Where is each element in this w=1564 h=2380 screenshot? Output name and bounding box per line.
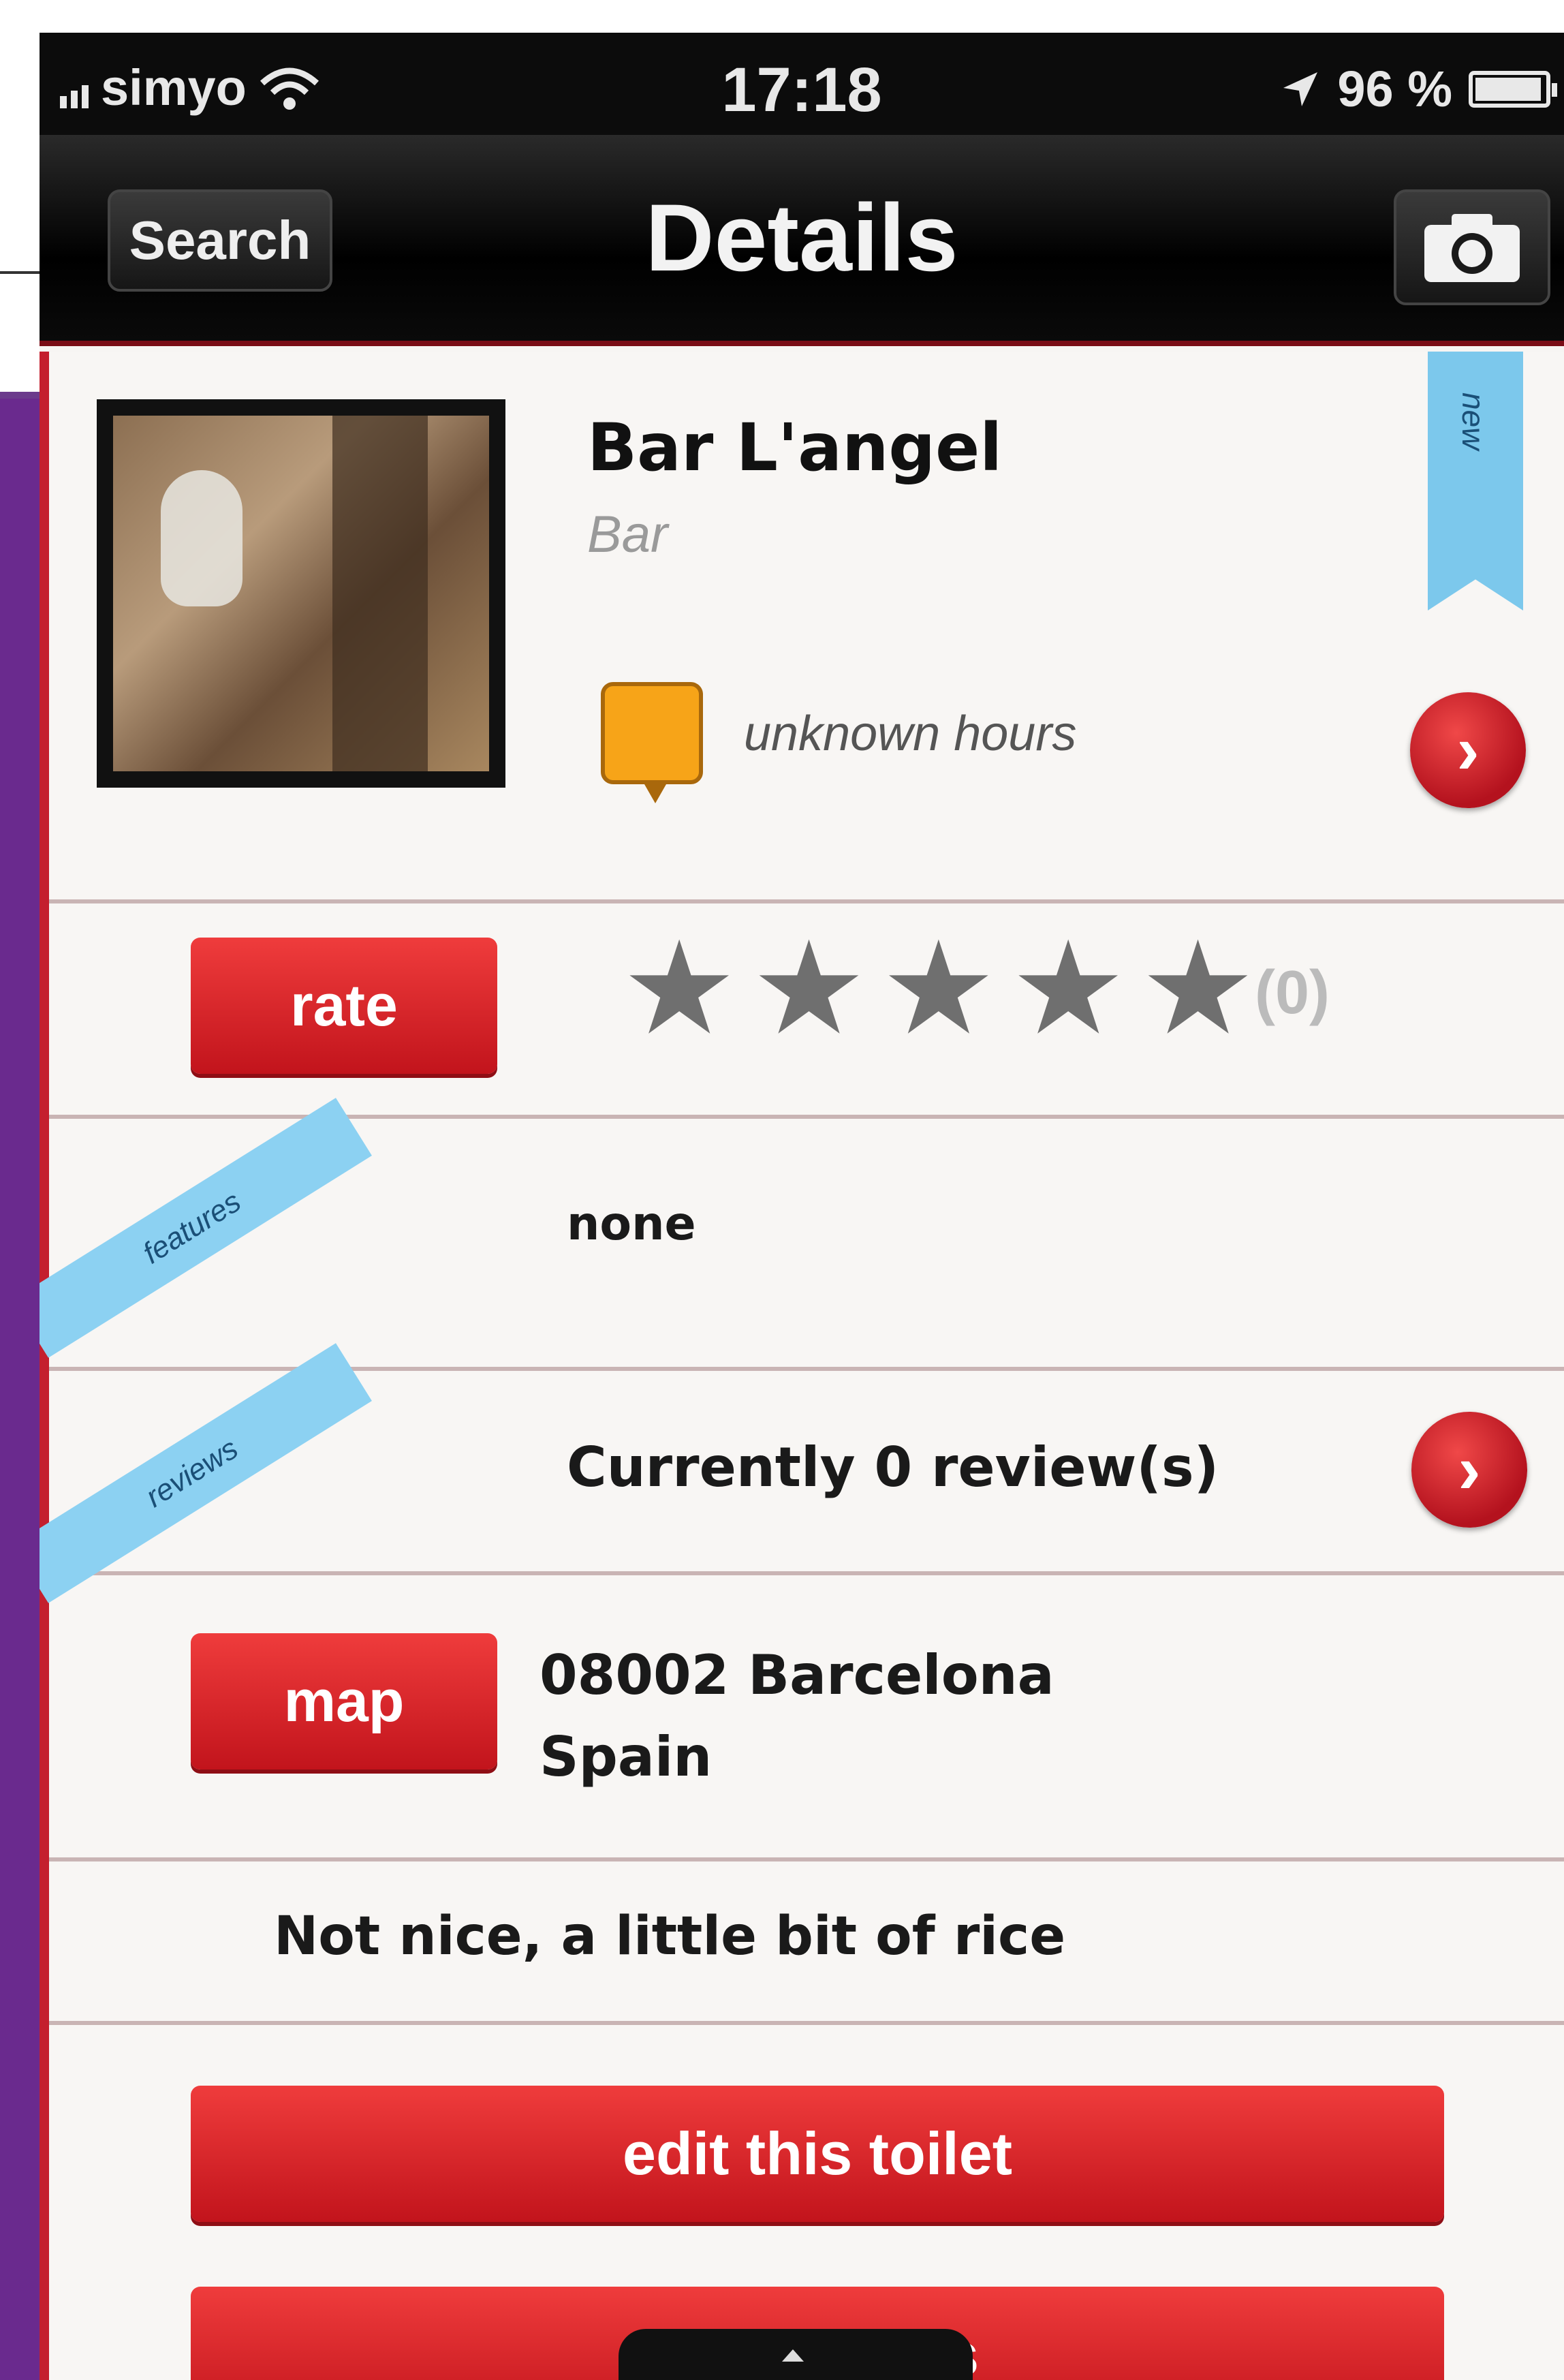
features-row: features none [40, 1098, 1564, 1371]
navigation-bar: Search Details [40, 135, 1564, 346]
new-ribbon-label: new [1456, 392, 1491, 450]
star-icon[interactable]: ★ [751, 924, 866, 1053]
features-value: none [567, 1197, 696, 1251]
place-header: Bar L'angel Bar new unknown hours › [49, 352, 1564, 903]
address-line-2: Spain [539, 1725, 713, 1789]
place-photo-image [113, 416, 489, 771]
rate-button[interactable]: rate [191, 938, 497, 1074]
status-bar: simyo 17:18 96 % [40, 33, 1564, 135]
reviews-ribbon: reviews [40, 1343, 372, 1603]
opening-hours: unknown hours [744, 707, 1077, 761]
camera-icon [1424, 214, 1520, 282]
reviews-row[interactable]: reviews Currently 0 review(s) › [40, 1343, 1564, 1603]
star-icon[interactable]: ★ [621, 924, 737, 1053]
star-icon[interactable]: ★ [881, 924, 997, 1053]
address-row: map 08002 Barcelona Spain [49, 1575, 1564, 1861]
new-ribbon: new [1428, 352, 1523, 611]
place-photo[interactable] [97, 399, 505, 788]
reviews-summary: Currently 0 review(s) [567, 1436, 1219, 1499]
battery-icon [1469, 70, 1557, 108]
map-button[interactable]: map [191, 1633, 497, 1769]
reviews-disclosure-button[interactable]: › [1411, 1412, 1527, 1528]
chevron-right-icon: › [1456, 711, 1480, 788]
features-ribbon: features [40, 1098, 372, 1358]
reviews-ribbon-label: reviews [140, 1432, 244, 1514]
app-screen: simyo 17:18 96 % Search Details Bar L'an… [40, 33, 1564, 2380]
rating-row: rate ★ ★ ★ ★ ★ (0) [49, 903, 1564, 1119]
rating-stars[interactable]: ★ ★ ★ ★ ★ [621, 924, 1256, 1053]
battery-percent: 96 % [1337, 61, 1452, 117]
page-title: Details [645, 184, 958, 291]
star-icon[interactable]: ★ [1140, 924, 1255, 1053]
camera-button[interactable] [1394, 189, 1550, 305]
rating-count: (0) [1255, 959, 1330, 1027]
edit-toilet-button[interactable]: edit this toilet [191, 2086, 1444, 2222]
status-right: 96 % [1280, 60, 1557, 118]
features-ribbon-label: features [137, 1184, 247, 1271]
phone-frame: simyo 17:18 96 % Search Details Bar L'an… [40, 33, 1564, 2380]
battery-level [1475, 77, 1541, 101]
place-type: Bar [587, 506, 668, 563]
star-icon[interactable]: ★ [1010, 924, 1126, 1053]
place-description: Not nice, a little bit of rice [274, 1906, 1066, 1967]
bottom-drawer-handle[interactable] [619, 2329, 973, 2380]
details-content: Bar L'angel Bar new unknown hours › rate… [40, 352, 1564, 2380]
place-name: Bar L'angel [587, 409, 1003, 486]
location-arrow-icon [1283, 72, 1318, 106]
hours-bubble-icon [601, 682, 703, 803]
description-row: Not nice, a little bit of rice [49, 1861, 1564, 2025]
details-disclosure-button[interactable]: › [1410, 692, 1526, 808]
background-side-panel [0, 399, 40, 2380]
address-line-1: 08002 Barcelona [539, 1643, 1054, 1707]
chevron-right-icon: › [1458, 1431, 1481, 1508]
